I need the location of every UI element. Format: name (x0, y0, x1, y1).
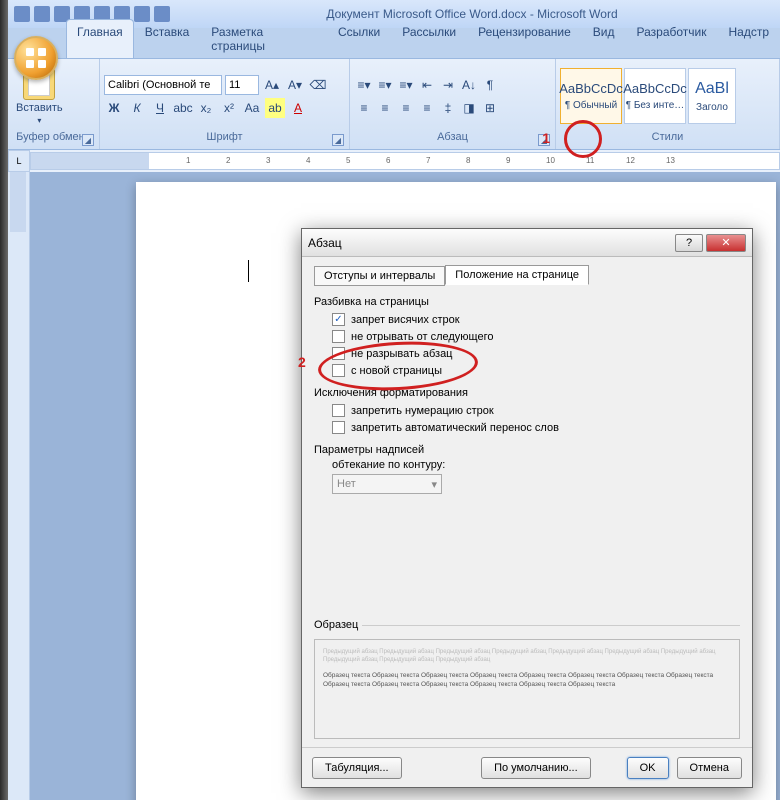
line-spacing-icon[interactable]: ‡ (438, 98, 458, 118)
underline-icon[interactable]: Ч (150, 98, 170, 118)
style-heading[interactable]: AaBl Заголо (688, 68, 736, 124)
section-pagination-label: Разбивка на страницы (314, 296, 740, 308)
borders-icon[interactable]: ⊞ (480, 98, 500, 118)
group-styles-label: Стили (652, 131, 684, 143)
tab-home[interactable]: Главная (66, 19, 134, 58)
change-case-icon[interactable]: Aa (242, 98, 262, 118)
font-name-select[interactable]: Calibri (Основной те (104, 75, 222, 95)
font-size-select[interactable]: 11 (225, 75, 259, 95)
default-button[interactable]: По умолчанию... (481, 757, 591, 779)
help-button[interactable]: ? (675, 234, 703, 252)
tab-insert[interactable]: Вставка (134, 19, 201, 58)
bold-icon[interactable]: Ж (104, 98, 124, 118)
clipboard-launcher-icon[interactable]: ◢ (82, 134, 94, 146)
tabs-button[interactable]: Табуляция... (312, 757, 402, 779)
checkbox-suppress-line-num[interactable] (332, 404, 345, 417)
annotation-number-2: 2 (298, 354, 306, 370)
align-left-icon[interactable]: ≡ (354, 98, 374, 118)
superscript-icon[interactable]: x² (219, 98, 239, 118)
checkbox-no-hyphen[interactable] (332, 421, 345, 434)
tab-layout[interactable]: Разметка страницы (200, 19, 327, 58)
label-keep-next: не отрывать от следующего (351, 331, 493, 343)
ok-button[interactable]: OK (627, 757, 669, 779)
clear-format-icon[interactable]: ⌫ (308, 75, 328, 95)
show-marks-icon[interactable]: ¶ (480, 75, 500, 95)
ruler-corner-icon[interactable]: L (8, 150, 30, 172)
align-right-icon[interactable]: ≡ (396, 98, 416, 118)
style-normal[interactable]: AaBbCcDc ¶ Обычный (560, 68, 622, 124)
wrap-label: обтекание по контуру: (332, 459, 740, 471)
preview-label: Образец (314, 619, 362, 631)
indent-inc-icon[interactable]: ⇥ (438, 75, 458, 95)
bullets-icon[interactable]: ≡▾ (354, 75, 374, 95)
ribbon: Вставить ▾ Буфер обмена ◢ Calibri (Основ… (8, 58, 780, 150)
align-center-icon[interactable]: ≡ (375, 98, 395, 118)
checkbox-widow-control[interactable]: ✓ (332, 313, 345, 326)
sort-icon[interactable]: A↓ (459, 75, 479, 95)
close-button[interactable]: ✕ (706, 234, 746, 252)
highlight-icon[interactable]: ab (265, 98, 285, 118)
multilevel-icon[interactable]: ≡▾ (396, 75, 416, 95)
undo-icon[interactable] (34, 6, 50, 22)
text-cursor (248, 260, 249, 282)
shrink-font-icon[interactable]: A▾ (285, 75, 305, 95)
label-suppress-num: запретить нумерацию строк (351, 405, 494, 417)
vertical-ruler[interactable] (8, 172, 30, 800)
font-launcher-icon[interactable]: ◢ (332, 134, 344, 146)
font-color-icon[interactable]: A (288, 98, 308, 118)
horizontal-ruler[interactable]: 12 34 56 78 910 1112 13 (30, 152, 780, 170)
label-widow: запрет висячих строк (351, 314, 460, 326)
tab-developer[interactable]: Разработчик (626, 19, 718, 58)
numbering-icon[interactable]: ≡▾ (375, 75, 395, 95)
tab-review[interactable]: Рецензирование (467, 19, 582, 58)
paste-label: Вставить (16, 102, 63, 114)
tab-line-page-breaks[interactable]: Положение на странице (445, 265, 589, 285)
tab-view[interactable]: Вид (582, 19, 626, 58)
horizontal-ruler-wrap: L 12 34 56 78 910 1112 13 (8, 150, 780, 172)
italic-icon[interactable]: К (127, 98, 147, 118)
shading-icon[interactable]: ◨ (459, 98, 479, 118)
tab-addins[interactable]: Надстр (717, 19, 780, 58)
checkbox-keep-with-next[interactable] (332, 330, 345, 343)
indent-dec-icon[interactable]: ⇤ (417, 75, 437, 95)
group-clipboard-label: Буфер обмена (16, 131, 91, 143)
section-textbox-label: Параметры надписей (314, 444, 740, 456)
grow-font-icon[interactable]: A▴ (262, 75, 282, 95)
dialog-title-bar[interactable]: Абзац ? ✕ (302, 229, 752, 257)
preview-box: Предыдущий абзац Предыдущий абзац Предыд… (314, 639, 740, 739)
wrap-select: Нет▾ (332, 474, 442, 494)
paragraph-dialog: Абзац ? ✕ Отступы и интервалы Положение … (301, 228, 753, 788)
style-no-spacing[interactable]: AaBbCcDc ¶ Без инте… (624, 68, 686, 124)
group-font-label: Шрифт (206, 131, 242, 143)
tab-indents-spacing[interactable]: Отступы и интервалы (314, 266, 445, 286)
dialog-title: Абзац (308, 236, 672, 250)
group-paragraph-label: Абзац (437, 131, 468, 143)
justify-icon[interactable]: ≡ (417, 98, 437, 118)
ribbon-tabs: Главная Вставка Разметка страницы Ссылки… (66, 19, 780, 58)
save-icon[interactable] (14, 6, 30, 22)
annotation-circle-1 (564, 120, 602, 158)
office-button[interactable] (14, 36, 58, 80)
subscript-icon[interactable]: x₂ (196, 98, 216, 118)
cancel-button[interactable]: Отмена (677, 757, 742, 779)
label-no-hyphen: запретить автоматический перенос слов (351, 422, 559, 434)
annotation-number-1: 1 (542, 130, 550, 146)
tab-mailings[interactable]: Рассылки (391, 19, 467, 58)
tab-references[interactable]: Ссылки (327, 19, 391, 58)
strike-icon[interactable]: abc (173, 98, 193, 118)
